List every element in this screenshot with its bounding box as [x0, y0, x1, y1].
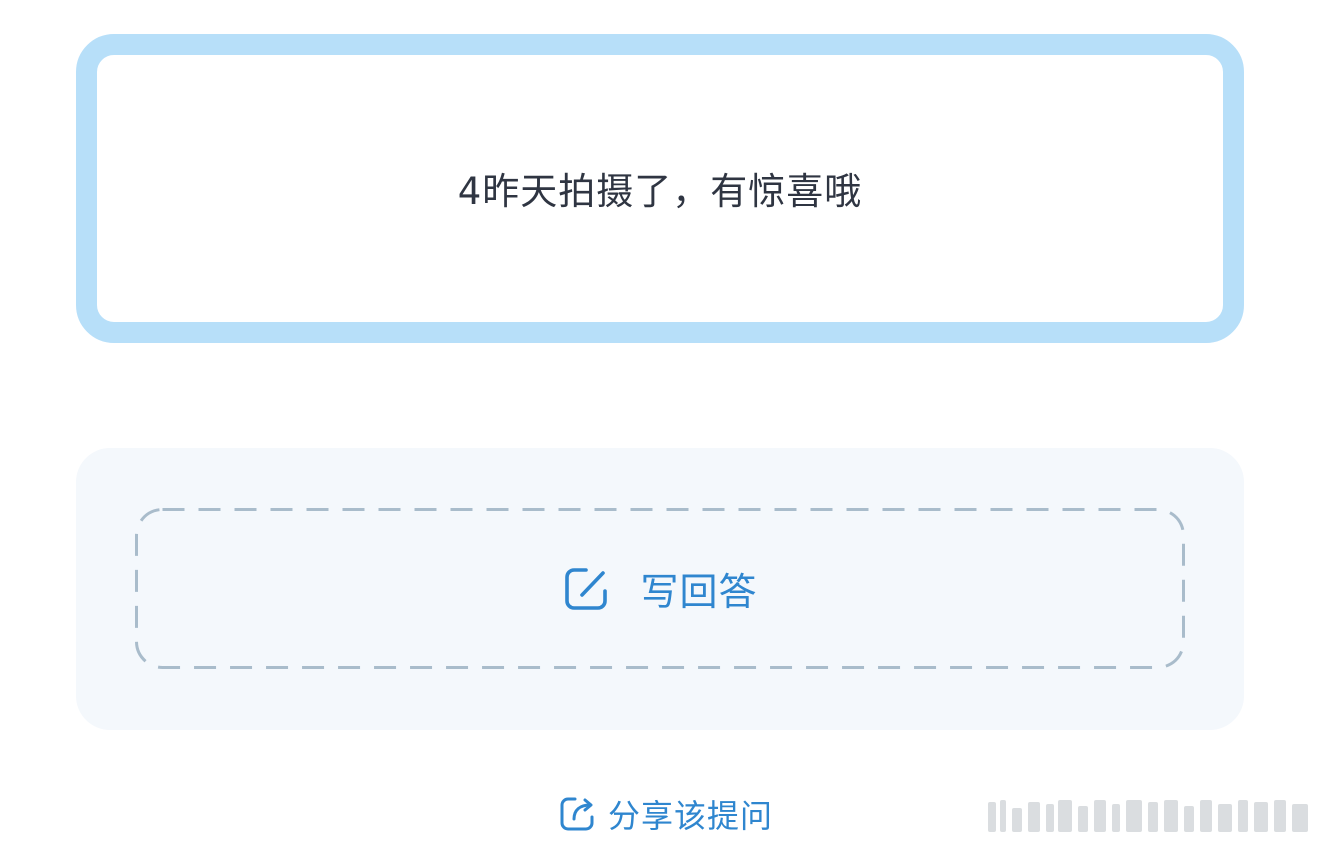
question-text: 4昨天拍摄了，有惊喜哦 — [457, 169, 863, 213]
share-question-link[interactable]: 分享该提问 — [558, 794, 774, 835]
share-icon — [558, 795, 596, 833]
edit-icon — [562, 565, 610, 613]
share-question-label: 分享该提问 — [608, 797, 774, 835]
write-answer-button[interactable]: 写回答 — [135, 508, 1185, 669]
page: 4昨天拍摄了，有惊喜哦 写回答 分享该提问 — [0, 0, 1320, 846]
question-card: 4昨天拍摄了，有惊喜哦 — [76, 34, 1244, 343]
watermark-logo — [988, 800, 1308, 832]
write-answer-label: 写回答 — [640, 570, 758, 614]
answer-panel: 写回答 — [76, 448, 1244, 730]
write-answer-content: 写回答 — [135, 508, 1185, 669]
